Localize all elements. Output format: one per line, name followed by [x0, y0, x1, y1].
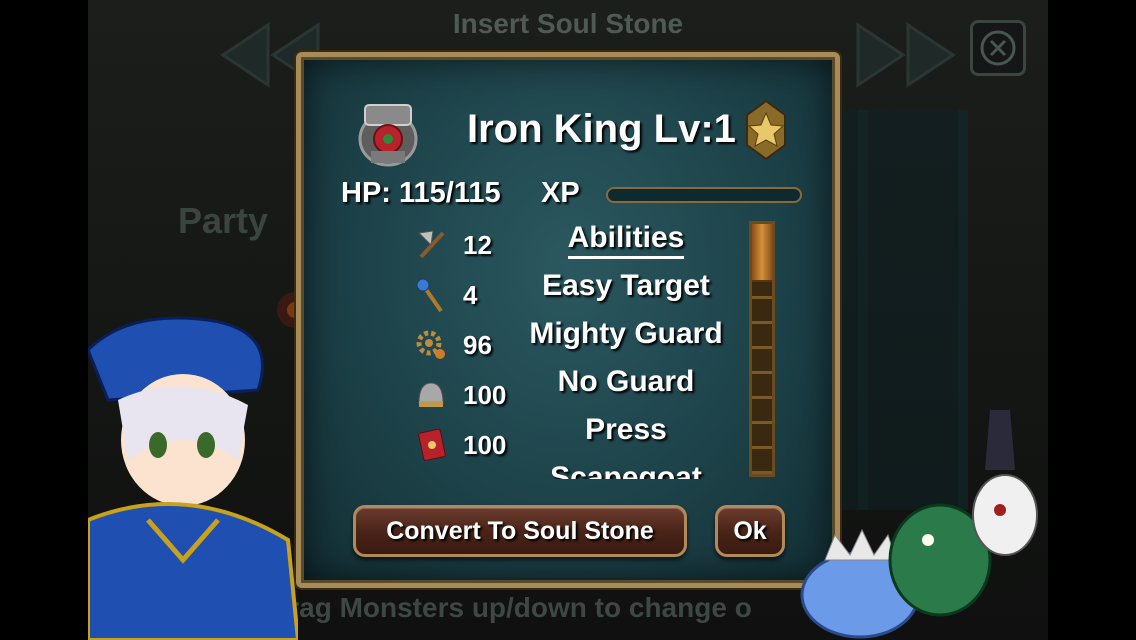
fast-forward-arrow-icon[interactable]	[848, 20, 968, 90]
monster-info-dialog: Iron King Lv:1 HP: 115/115 XP 12 4 96 10…	[296, 52, 840, 588]
stat-row-magic: 4	[413, 275, 477, 315]
hp-readout: HP: 115/115	[341, 177, 501, 209]
mage-character-portrait	[88, 316, 298, 640]
close-icon	[980, 30, 1016, 66]
ability-item[interactable]: Scapegoat	[501, 461, 751, 479]
stat-row-resist: 100	[413, 425, 506, 465]
axe-icon	[413, 227, 449, 263]
staff-icon	[413, 277, 449, 313]
ability-item[interactable]: Easy Target	[501, 269, 751, 303]
stat-value: 4	[463, 279, 478, 310]
xp-label: XP	[541, 177, 580, 209]
xp-progress-bar	[606, 187, 802, 203]
background-hint: Drag Monsters up/down to change o	[268, 592, 752, 623]
abilities-list[interactable]: Abilities Easy Target Mighty Guard No Gu…	[501, 217, 751, 479]
scrollbar-thumb[interactable]	[752, 224, 772, 282]
abilities-scrollbar[interactable]	[749, 221, 775, 477]
stat-value: 100	[463, 429, 507, 460]
stat-row-speed: 96	[413, 325, 492, 365]
helmet-icon	[413, 377, 449, 413]
ability-item[interactable]: Mighty Guard	[501, 317, 751, 351]
iron-king-monster-icon	[358, 104, 418, 167]
abilities-header: Abilities	[501, 221, 751, 259]
stat-value: 96	[463, 329, 492, 360]
party-label: Party	[178, 200, 269, 241]
ok-button[interactable]: Ok	[715, 505, 785, 557]
spellbook-icon	[413, 427, 449, 463]
rank-star-icon	[746, 99, 786, 161]
stat-value: 12	[463, 229, 492, 260]
ability-item[interactable]: No Guard	[501, 365, 751, 399]
gear-icon	[413, 327, 449, 363]
monster-title: Iron King Lv:1	[467, 107, 736, 151]
convert-to-soul-stone-button[interactable]: Convert To Soul Stone	[353, 505, 687, 557]
stat-value: 100	[463, 379, 507, 410]
monster-party-sprites	[800, 410, 1038, 639]
ability-item[interactable]: Press	[501, 413, 751, 447]
stat-row-attack: 12	[413, 225, 492, 265]
close-button[interactable]	[970, 20, 1026, 76]
stat-row-defense: 100	[413, 375, 506, 415]
